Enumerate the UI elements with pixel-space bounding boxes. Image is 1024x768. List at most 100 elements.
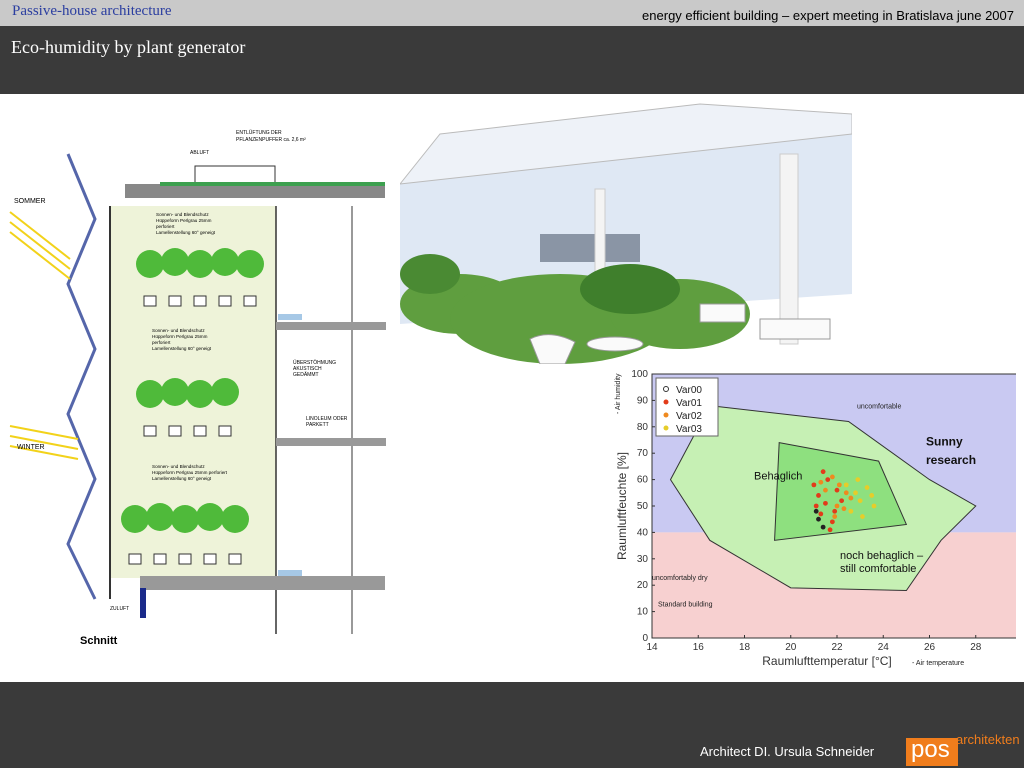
- x-tick-label: 26: [924, 642, 936, 653]
- annotation-research: research: [926, 453, 976, 467]
- data-point-var03: [860, 514, 865, 519]
- legend-label-var02: Var02: [676, 411, 702, 422]
- roof-slab: [125, 184, 385, 198]
- data-point-var03: [857, 498, 863, 504]
- label-sommer: SOMMER: [14, 198, 46, 205]
- data-point-var01: [829, 519, 835, 525]
- note-low-3: Lamellenstellung 60° geneigt: [152, 476, 212, 481]
- data-point-var03: [855, 477, 861, 482]
- data-point-var01: [834, 487, 840, 493]
- note-top-1: Sonnen- und Blendschutz: [156, 212, 209, 217]
- annotation-noch-behaglich: noch behaglich –: [840, 550, 924, 562]
- author-label: Architect DI. Ursula Schneider: [700, 744, 875, 759]
- label-ueberstroemung-3: GEDÄMMT: [293, 371, 319, 378]
- data-point-var02: [823, 487, 828, 493]
- section-drawing: SOMMER WINTER ABLUFT ZULUFT Schnitt ENTL…: [9, 129, 386, 647]
- y-tick-label: 70: [637, 448, 649, 459]
- label-zuluft: ZULUFT: [110, 606, 129, 612]
- city-view: [540, 234, 640, 262]
- x-tick-label: 24: [878, 642, 890, 653]
- note-top-3: perforiert: [156, 224, 175, 229]
- data-point-var03: [843, 482, 849, 488]
- x-axis-label: Raumlufttemperatur [°C]: [762, 654, 892, 668]
- y-tick-label: 0: [642, 633, 648, 644]
- floor-slab-2: [276, 438, 386, 446]
- legend-marker-var01: [663, 399, 669, 405]
- data-point-var02: [832, 514, 838, 519]
- y-tick-label: 10: [637, 607, 649, 618]
- label-entlueftung-2: PFLANZENPUFFER ca. 2,6 m²: [236, 137, 306, 143]
- y-tick-label: 50: [637, 501, 649, 512]
- green-roof: [160, 182, 385, 186]
- y-axis-label: Raumluftfeuchte [%]: [615, 452, 629, 560]
- note-low-1: Sonnen- und Blendschutz: [152, 464, 205, 469]
- note-mid-1: Sonnen- und Blendschutz: [152, 328, 205, 333]
- slide-title: Eco-humidity by plant generator: [11, 37, 246, 57]
- note-mid-4: Lamellenstellung 60° geneigt: [152, 346, 212, 351]
- annotation-dry: uncomfortably dry: [652, 575, 708, 582]
- intake-channel: [140, 588, 146, 618]
- x-tick-label: 22: [831, 642, 843, 653]
- logo-text: pos: [911, 736, 950, 763]
- note-top-2: Hüppeform Perlgrau 25mm: [156, 218, 212, 223]
- legend-label-var03: Var03: [676, 424, 702, 435]
- data-point-var02: [843, 490, 849, 496]
- label-entlueftung-1: ENTLÜFTUNG DER: [236, 129, 282, 136]
- x-tick-label: 20: [785, 642, 797, 653]
- data-point-var02: [841, 506, 847, 512]
- note-mid-2: Hüppeform Perlgrau 25mm: [152, 334, 208, 339]
- legend-marker-var03: [663, 425, 669, 431]
- annotation-behaglich: Behaglich: [754, 471, 802, 483]
- data-point-var02: [829, 474, 835, 480]
- y-tick-label: 80: [637, 422, 649, 433]
- data-point-var00: [820, 524, 826, 530]
- annotation-still-comfortable: still comfortable: [840, 563, 916, 575]
- section-label: Passive-house architecture: [12, 3, 172, 19]
- y-tick-label: 30: [637, 554, 649, 565]
- note-top-4: Lamellenstellung 60° geneigt: [156, 230, 216, 235]
- y-tick-label: 100: [631, 369, 648, 380]
- legend-marker-var02: [663, 412, 669, 418]
- roof-vent: [194, 165, 276, 185]
- data-point-var01: [839, 498, 845, 504]
- y-tick-label: 40: [637, 527, 649, 538]
- floor-slab-1: [276, 322, 386, 330]
- data-point-var01: [813, 503, 819, 509]
- note-mid-3: perforiert: [152, 340, 171, 345]
- annotation-standard: Standard building: [658, 601, 713, 608]
- data-point-var01: [823, 500, 828, 506]
- data-point-var01: [820, 469, 826, 475]
- data-point-var02: [818, 479, 824, 485]
- interior-rendering: [400, 94, 852, 364]
- x-tick-label: 28: [970, 642, 982, 653]
- label-winter: WINTER: [17, 444, 45, 451]
- note-low-2: Hüppeform Perlgrau 25mm perforiert: [152, 470, 228, 475]
- annotation-uncomfortable: uncomfortable: [857, 403, 901, 410]
- floor-slab-3: [140, 576, 385, 590]
- data-point-var01: [818, 511, 824, 517]
- data-point-var01: [832, 508, 838, 514]
- data-point-var03: [871, 503, 877, 509]
- x-tick-label: 14: [646, 642, 658, 653]
- data-point-var03: [869, 493, 875, 498]
- legend-label-var00: Var00: [676, 385, 702, 396]
- interior-column-1: [779, 153, 799, 345]
- label-abluft: ABLUFT: [190, 150, 209, 156]
- facade-line: [66, 153, 97, 600]
- meeting-label: energy efficient building – expert meeti…: [642, 8, 1014, 23]
- label-schnitt: Schnitt: [80, 635, 118, 647]
- comfort-chart: 1416182022242628300102030405060708090100…: [615, 369, 1016, 668]
- annotation-air-temperature: - Air temperature: [912, 660, 964, 667]
- data-point-var02: [848, 495, 854, 501]
- annotation-air-humidity: - Air humidity: [615, 373, 622, 414]
- data-point-var01: [811, 482, 817, 488]
- winter-sun-rays: [9, 425, 79, 460]
- vent-grille-2: [278, 570, 302, 576]
- y-tick-label: 90: [637, 395, 649, 406]
- vent-grille-1: [278, 314, 302, 320]
- summer-sun-rays: [9, 211, 71, 280]
- data-point-var03: [848, 508, 854, 514]
- legend-label-var01: Var01: [676, 398, 702, 409]
- data-point-var02: [836, 482, 842, 488]
- label-linoleum-2: PARKETT: [306, 422, 329, 428]
